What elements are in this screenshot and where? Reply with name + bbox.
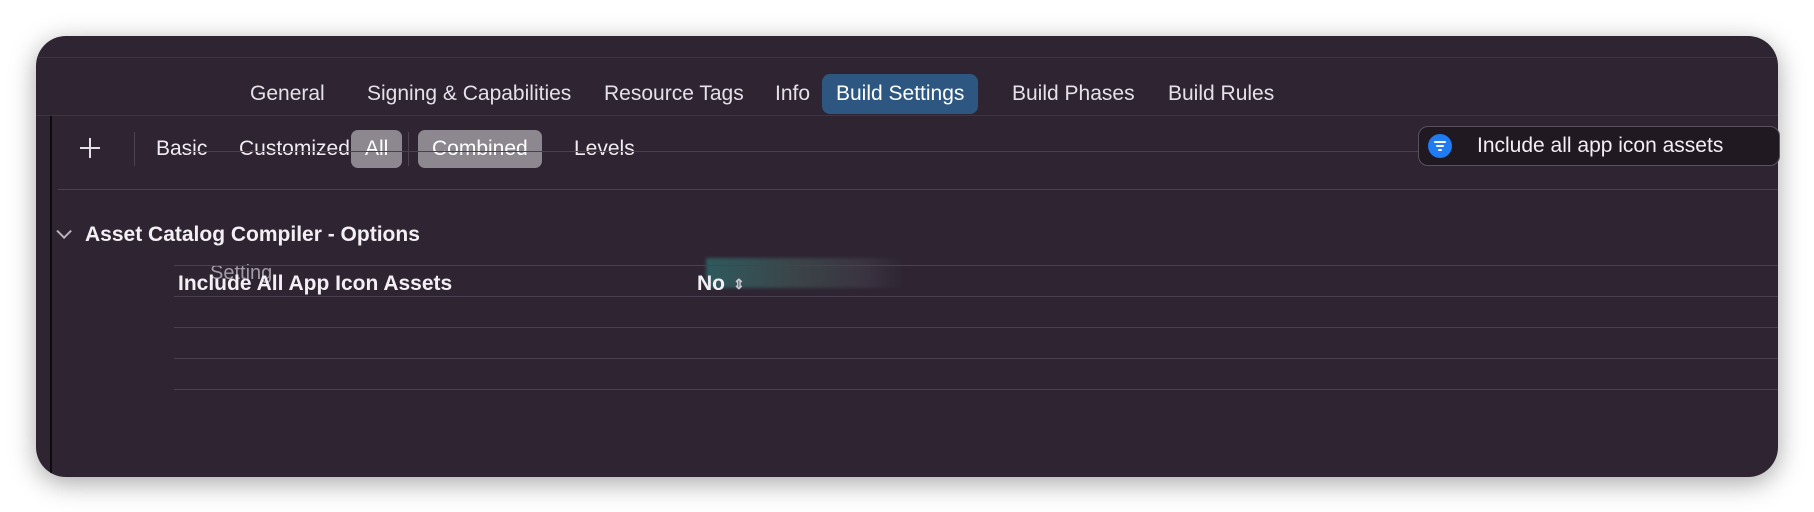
xcode-window: General Signing & Capabilities Resource …: [36, 36, 1778, 477]
setting-name-include-all-app-icon-assets[interactable]: Include All App Icon Assets: [178, 269, 452, 299]
table-row-divider: [174, 358, 1778, 359]
chevron-down-icon[interactable]: [56, 223, 72, 240]
search-filter-field[interactable]: Include all app icon assets: [1418, 126, 1780, 166]
tab-info[interactable]: Info: [761, 74, 824, 114]
setting-value: No: [697, 272, 725, 295]
tab-build-rules[interactable]: Build Rules: [1154, 74, 1288, 114]
popup-stepper-icon: ⇕: [733, 276, 745, 292]
table-row-divider: [174, 389, 1778, 390]
table-row-divider: [174, 327, 1778, 328]
scope-all[interactable]: All: [351, 130, 403, 168]
editor-tab-bar: General Signing & Capabilities Resource …: [36, 66, 1778, 118]
tab-resource-tags[interactable]: Resource Tags: [590, 74, 758, 114]
filter-icon[interactable]: [1428, 134, 1452, 158]
plus-icon[interactable]: [76, 134, 104, 162]
section-title: Asset Catalog Compiler - Options: [85, 223, 420, 246]
scope-basic[interactable]: Basic: [142, 130, 221, 168]
divider: [36, 57, 1778, 58]
tab-signing-capabilities[interactable]: Signing & Capabilities: [353, 74, 585, 114]
section-asset-catalog-compiler-options[interactable]: Asset Catalog Compiler - Options: [56, 220, 420, 250]
view-combined[interactable]: Combined: [418, 130, 542, 168]
divider: [36, 115, 1778, 116]
toolbar-separator: [408, 132, 409, 166]
tab-build-settings[interactable]: Build Settings: [822, 74, 979, 114]
divider: [174, 265, 1778, 266]
scope-customized[interactable]: Customized: [225, 130, 364, 168]
sidebar-divider: [50, 116, 52, 477]
table-row-divider: [174, 296, 1778, 297]
tab-general[interactable]: General: [236, 74, 339, 114]
divider: [58, 189, 1778, 190]
search-filter-text: Include all app icon assets: [1477, 134, 1724, 157]
tab-build-phases[interactable]: Build Phases: [998, 74, 1149, 114]
setting-value-popup[interactable]: No ⇕: [697, 269, 745, 299]
view-levels[interactable]: Levels: [560, 130, 649, 168]
toolbar-separator: [134, 132, 135, 166]
